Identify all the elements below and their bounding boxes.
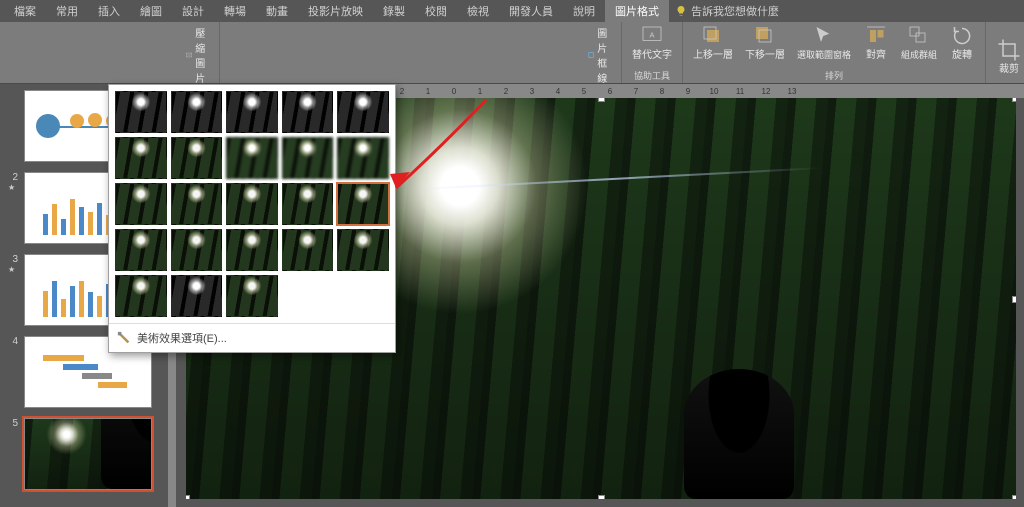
handle-bl[interactable]: [186, 495, 190, 499]
group-picture-styles: 圖片框線 圖片效果 圖片版面配置 圖片樣式: [220, 22, 622, 83]
artistic-effects-options[interactable]: 美術效果選項(E)...: [109, 323, 395, 352]
effect-c3[interactable]: [226, 183, 278, 225]
effect-d5[interactable]: [337, 229, 389, 271]
handle-mr[interactable]: [1012, 296, 1016, 303]
tab-home[interactable]: 常用: [46, 0, 88, 23]
effect-a5[interactable]: [337, 91, 389, 133]
picture-border-button[interactable]: 圖片框線: [588, 24, 615, 86]
compress-button[interactable]: 壓縮圖片: [186, 24, 213, 86]
tab-insert[interactable]: 插入: [88, 0, 130, 23]
group-adjust: 移除背景 校正 色彩 美術效果 壓縮圖片 變更圖片 重設圖片: [0, 22, 220, 83]
group-access-label: 協助工具: [628, 67, 676, 82]
effect-c1[interactable]: [115, 183, 167, 225]
effect-b5[interactable]: [337, 137, 389, 179]
tab-file[interactable]: 檔案: [4, 0, 46, 23]
crop-button[interactable]: 裁剪: [992, 38, 1024, 75]
tab-slideshow[interactable]: 投影片放映: [298, 0, 373, 23]
effect-d1[interactable]: [115, 229, 167, 271]
tab-draw[interactable]: 繪圖: [130, 0, 172, 23]
handle-tc[interactable]: [598, 98, 605, 102]
artistic-effects-dropdown: 美術效果選項(E)...: [108, 84, 396, 353]
effect-d4[interactable]: [282, 229, 334, 271]
compress-icon: [186, 48, 192, 62]
effect-b4[interactable]: [282, 137, 334, 179]
tab-view[interactable]: 檢視: [457, 0, 499, 23]
tab-record[interactable]: 錄製: [373, 0, 415, 23]
effect-b2[interactable]: [171, 137, 223, 179]
handle-br[interactable]: [1012, 495, 1016, 499]
group-accessibility: A 替代文字 協助工具: [622, 22, 683, 83]
options-icon: [117, 331, 131, 345]
effect-c5-selected[interactable]: [337, 183, 389, 225]
effect-a4[interactable]: [282, 91, 334, 133]
ribbon: 移除背景 校正 色彩 美術效果 壓縮圖片 變更圖片 重設圖片: [0, 22, 1024, 84]
group-icon: [906, 24, 932, 48]
rotate-icon: [949, 24, 975, 48]
tab-developer[interactable]: 開發人員: [499, 0, 563, 23]
crop-icon: [996, 38, 1022, 62]
menu-tabs: 檔案 常用 插入 繪圖 設計 轉場 動畫 投影片放映 錄製 校閱 檢視 開發人員…: [0, 0, 1024, 22]
selection-icon: [811, 24, 837, 48]
effect-a2[interactable]: [171, 91, 223, 133]
selection-pane-button[interactable]: 選取範圍窗格: [793, 24, 855, 61]
align-icon: [863, 24, 889, 48]
tab-design[interactable]: 設計: [172, 0, 214, 23]
effect-d2[interactable]: [171, 229, 223, 271]
alt-text-icon: A: [639, 24, 665, 48]
effect-a3[interactable]: [226, 91, 278, 133]
send-backward-button[interactable]: 下移一層: [741, 24, 789, 61]
bring-forward-button[interactable]: 上移一層: [689, 24, 737, 61]
forward-icon: [700, 24, 726, 48]
group-arrange-label: 排列: [689, 67, 979, 82]
thumb-5-img: [24, 418, 152, 490]
effect-b1[interactable]: [115, 137, 167, 179]
tell-me-label: 告訴我您想做什麼: [691, 3, 779, 19]
effect-e2[interactable]: [171, 275, 223, 317]
tell-me-box[interactable]: 告訴我您想做什麼: [669, 3, 779, 19]
svg-text:A: A: [649, 31, 654, 40]
border-icon: [588, 48, 594, 62]
effect-e1[interactable]: [115, 275, 167, 317]
tab-animations[interactable]: 動畫: [256, 0, 298, 23]
effect-d3[interactable]: [226, 229, 278, 271]
effect-a1[interactable]: [115, 91, 167, 133]
artistic-effects-grid: [109, 85, 395, 323]
align-button[interactable]: 對齊: [859, 24, 893, 61]
backward-icon: [752, 24, 778, 48]
rotate-button[interactable]: 旋轉: [945, 24, 979, 61]
tab-review[interactable]: 校閱: [415, 0, 457, 23]
tab-help[interactable]: 說明: [563, 0, 605, 23]
lightbulb-icon: [675, 5, 687, 17]
alt-text-button[interactable]: A 替代文字: [628, 24, 676, 61]
effect-c4[interactable]: [282, 183, 334, 225]
effect-e3[interactable]: [226, 275, 278, 317]
effect-b3[interactable]: [226, 137, 278, 179]
slide-thumb-5[interactable]: 5: [8, 418, 152, 490]
tab-picture-format[interactable]: 圖片格式: [605, 0, 669, 23]
tab-transitions[interactable]: 轉場: [214, 0, 256, 23]
group-arrange: 上移一層 下移一層 選取範圍窗格 對齊 組成群組 旋轉 排列: [683, 22, 986, 83]
effect-c2[interactable]: [171, 183, 223, 225]
handle-bc[interactable]: [598, 495, 605, 499]
group-size: 裁剪 高度: 19.05 公分 寬度: 27.52 公分 大小: [986, 22, 1024, 83]
group-button[interactable]: 組成群組: [897, 24, 941, 61]
handle-tr[interactable]: [1012, 98, 1016, 102]
